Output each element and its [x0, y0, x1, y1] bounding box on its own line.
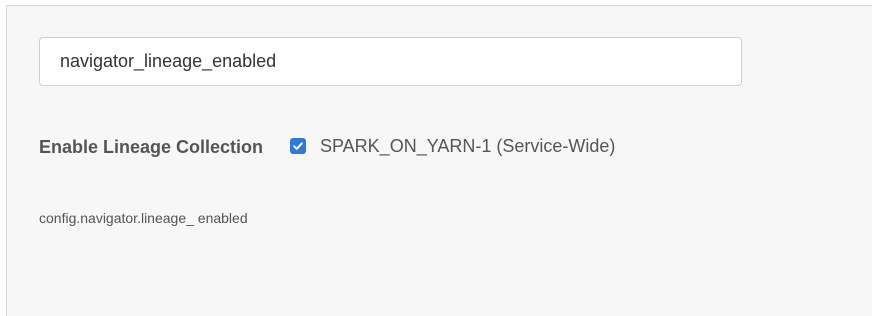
property-value-row[interactable]: SPARK_ON_YARN-1 (Service-Wide)	[290, 134, 615, 158]
checkbox-label: SPARK_ON_YARN-1 (Service-Wide)	[320, 135, 616, 156]
search-box[interactable]	[39, 37, 742, 86]
enable-lineage-checkbox[interactable]	[290, 138, 306, 154]
config-panel: Enable Lineage Collection config.navigat…	[6, 5, 872, 316]
property-config-key: config.navigator.lineage_ enabled	[39, 210, 248, 226]
property-display-name: Enable Lineage Collection	[39, 137, 264, 157]
checkmark-icon	[293, 142, 303, 150]
search-input[interactable]	[40, 38, 741, 85]
